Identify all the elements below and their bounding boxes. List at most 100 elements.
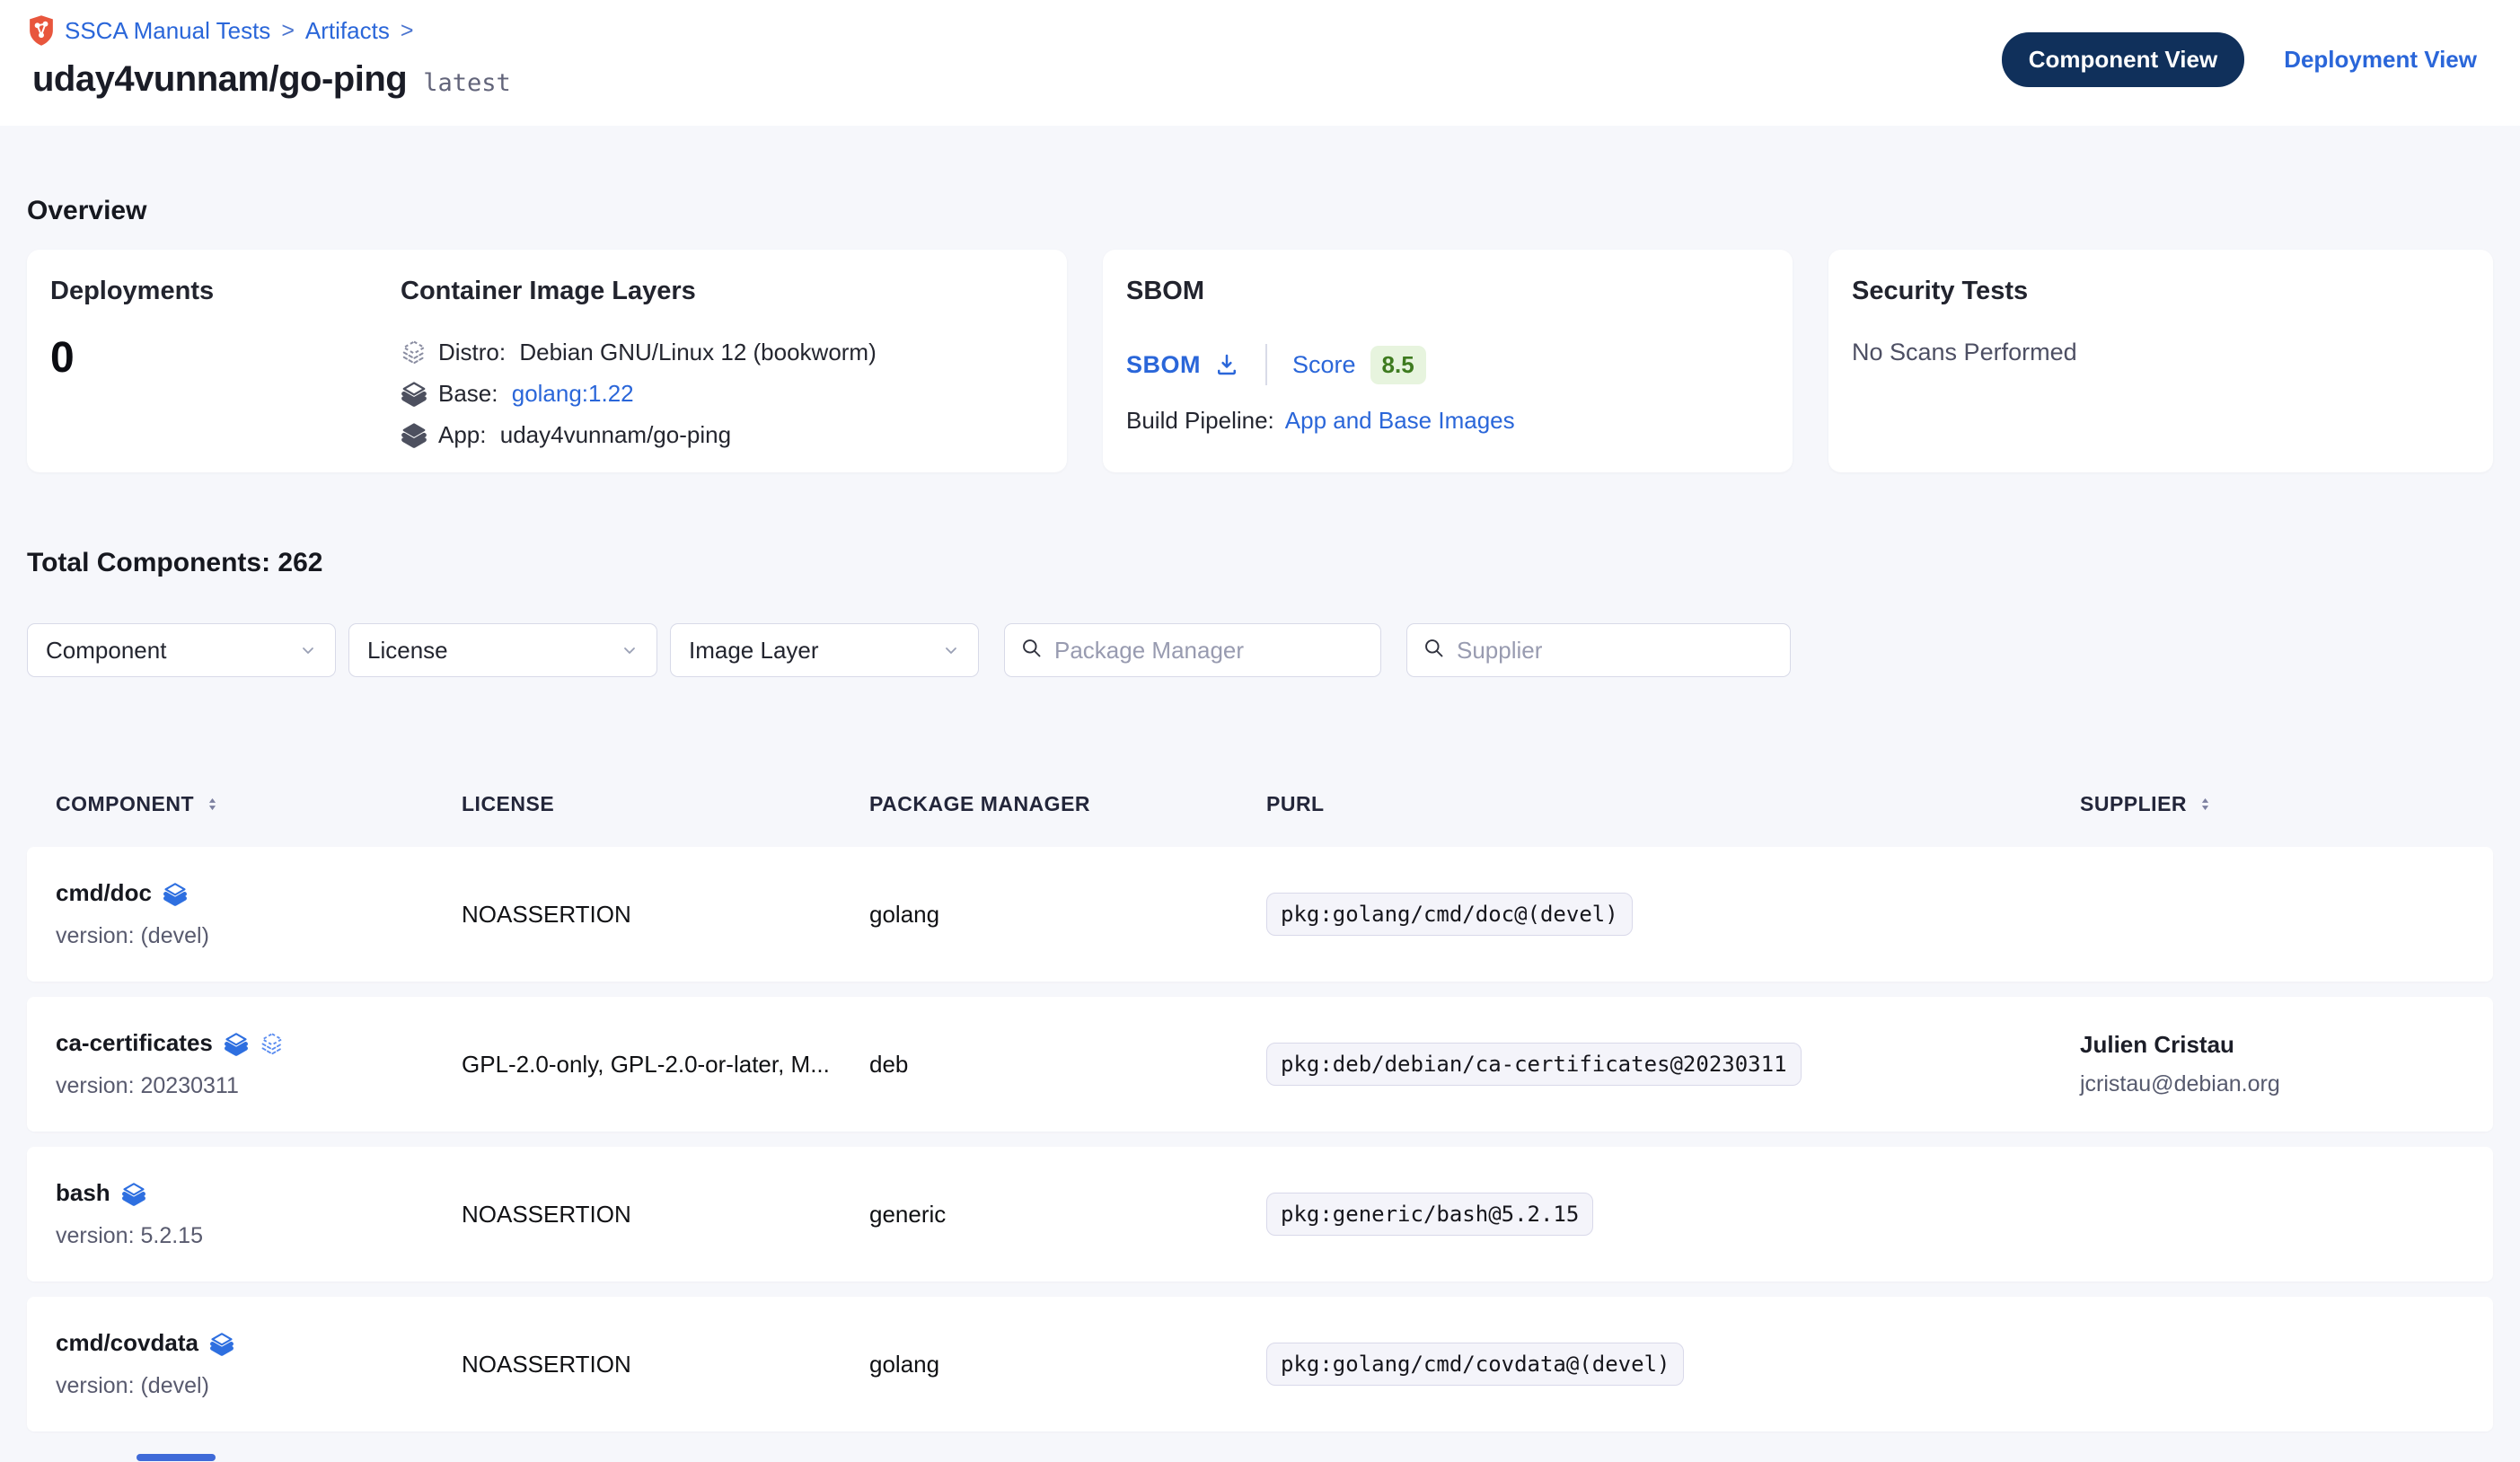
component-name: ca-certificates	[56, 1029, 213, 1057]
sbom-card: SBOM SBOM Score 8.5 Build Pipeline: App …	[1103, 250, 1793, 472]
page-title: uday4vunnam/go-ping	[32, 59, 407, 100]
layers-base-icon	[401, 380, 427, 407]
sort-icon[interactable]	[203, 795, 222, 814]
layers-outline-icon	[260, 1031, 285, 1056]
table-row[interactable]: cmd/covdata version: (devel) NOASSERTION…	[27, 1297, 2493, 1431]
purl-chip[interactable]: pkg:deb/debian/ca-certificates@20230311	[1266, 1043, 1802, 1086]
download-icon[interactable]	[1213, 351, 1240, 378]
layer-label-distro: Distro:	[438, 339, 506, 366]
search-icon	[1422, 636, 1446, 665]
purl-chip[interactable]: pkg:generic/bash@5.2.15	[1266, 1193, 1593, 1236]
ssca-shield-logo-icon	[27, 14, 56, 47]
purl-chip[interactable]: pkg:golang/cmd/doc@(devel)	[1266, 893, 1633, 936]
table-row[interactable]: bash version: 5.2.15 NOASSERTION generic…	[27, 1147, 2493, 1281]
sbom-score-badge: 8.5	[1370, 346, 1426, 384]
supplier-cell: Julien Cristau jcristau@debian.org	[2080, 1031, 2493, 1097]
divider	[1265, 344, 1267, 385]
package-manager-cell: golang	[869, 1351, 1266, 1378]
deployments-and-layers-card: Deployments 0 Container Image Layers Dis…	[27, 250, 1067, 472]
layer-label-app: App:	[438, 421, 487, 448]
dropdown-value: Image Layer	[689, 637, 819, 665]
component-cell: bash version: 5.2.15	[56, 1179, 462, 1249]
sort-icon[interactable]	[2196, 795, 2215, 814]
security-tests-title: Security Tests	[1852, 277, 2470, 306]
chevron-down-icon	[940, 639, 962, 661]
purl-cell: pkg:golang/cmd/covdata@(devel)	[1266, 1343, 2080, 1386]
component-filter-dropdown[interactable]: Component	[27, 623, 336, 677]
purl-chip[interactable]: pkg:golang/cmd/covdata@(devel)	[1266, 1343, 1684, 1386]
overview-section-title: Overview	[27, 196, 2493, 226]
package-manager-search[interactable]	[1004, 623, 1381, 677]
license-cell: NOASSERTION	[462, 1201, 869, 1229]
layers-filled-icon	[163, 881, 188, 906]
dropdown-value: Component	[46, 637, 166, 665]
layer-label-base: Base:	[438, 380, 498, 407]
component-view-button[interactable]: Component View	[2002, 32, 2244, 87]
component-version: version: 5.2.15	[56, 1223, 462, 1249]
column-header-purl: PURL	[1266, 792, 2080, 816]
table-header: COMPONENT LICENSE PACKAGE MANAGER PURL S…	[27, 792, 2493, 816]
deployment-view-button[interactable]: Deployment View	[2284, 46, 2477, 74]
component-version: version: (devel)	[56, 923, 462, 949]
dropdown-value: License	[367, 637, 448, 665]
component-name: cmd/doc	[56, 879, 152, 907]
total-components-title: Total Components: 262	[27, 548, 2493, 578]
sbom-card-title: SBOM	[1126, 277, 1769, 306]
license-cell: NOASSERTION	[462, 901, 869, 929]
component-name: bash	[56, 1179, 110, 1207]
layer-value-app: uday4vunnam/go-ping	[500, 421, 731, 448]
layers-distro-icon	[401, 339, 427, 366]
breadcrumb-link-project[interactable]: SSCA Manual Tests	[65, 17, 270, 45]
security-tests-status: No Scans Performed	[1852, 339, 2470, 366]
sbom-download-link[interactable]: SBOM	[1126, 351, 1201, 379]
component-name: cmd/covdata	[56, 1329, 198, 1357]
column-header-license: LICENSE	[462, 792, 869, 816]
sbom-score-label: Score	[1292, 351, 1356, 379]
supplier-search[interactable]	[1406, 623, 1791, 677]
base-image-link[interactable]: golang:1.22	[512, 380, 634, 407]
components-table: cmd/doc version: (devel) NOASSERTION gol…	[27, 847, 2493, 1431]
overview-cards: Deployments 0 Container Image Layers Dis…	[27, 250, 2493, 472]
layer-value-distro: Debian GNU/Linux 12 (bookworm)	[519, 339, 876, 366]
container-image-layers-label: Container Image Layers	[401, 277, 1044, 306]
component-version: version: (devel)	[56, 1373, 462, 1399]
image-layer-filter-dropdown[interactable]: Image Layer	[670, 623, 979, 677]
search-icon	[1019, 636, 1044, 665]
package-manager-cell: golang	[869, 901, 1266, 929]
layers-filled-icon	[209, 1331, 234, 1356]
component-cell: ca-certificates version: 20230311	[56, 1029, 462, 1099]
main-content: Overview Deployments 0 Container Image L…	[0, 196, 2520, 1431]
security-tests-card: Security Tests No Scans Performed	[1828, 250, 2493, 472]
supplier-name: Julien Cristau	[2080, 1031, 2493, 1059]
table-row[interactable]: ca-certificates version: 20230311 GPL-2.…	[27, 997, 2493, 1132]
column-header-component[interactable]: COMPONENT	[56, 792, 462, 816]
license-filter-dropdown[interactable]: License	[348, 623, 657, 677]
supplier-search-input[interactable]	[1457, 637, 1777, 665]
component-cell: cmd/doc version: (devel)	[56, 879, 462, 949]
layers-filled-icon	[121, 1181, 146, 1206]
package-manager-cell: generic	[869, 1201, 1266, 1229]
build-pipeline-label: Build Pipeline:	[1126, 407, 1274, 435]
breadcrumb-link-artifacts[interactable]: Artifacts	[305, 17, 390, 45]
purl-cell: pkg:golang/cmd/doc@(devel)	[1266, 893, 2080, 936]
page-header: SSCA Manual Tests > Artifacts > uday4vun…	[0, 0, 2520, 126]
deployments-label: Deployments	[50, 277, 401, 306]
package-manager-cell: deb	[869, 1051, 1266, 1079]
table-row[interactable]: cmd/doc version: (devel) NOASSERTION gol…	[27, 847, 2493, 982]
license-cell: GPL-2.0-only, GPL-2.0-or-later, M...	[462, 1051, 869, 1079]
artifact-tag-badge: latest	[423, 69, 511, 97]
column-header-package-manager: PACKAGE MANAGER	[869, 792, 1266, 816]
chevron-down-icon	[297, 639, 319, 661]
component-cell: cmd/covdata version: (devel)	[56, 1329, 462, 1399]
layer-row-distro: Distro: Debian GNU/Linux 12 (bookworm)	[401, 331, 1044, 373]
horizontal-scrollbar-thumb[interactable]	[137, 1454, 216, 1461]
package-manager-search-input[interactable]	[1054, 637, 1368, 665]
column-header-supplier[interactable]: SUPPLIER	[2080, 792, 2493, 816]
chevron-down-icon	[619, 639, 640, 661]
view-toggle: Component View Deployment View	[2002, 32, 2477, 87]
build-pipeline-link[interactable]: App and Base Images	[1285, 407, 1515, 435]
license-cell: NOASSERTION	[462, 1351, 869, 1378]
breadcrumb-separator: >	[399, 18, 416, 44]
supplier-email: jcristau@debian.org	[2080, 1071, 2493, 1097]
deployments-count: 0	[50, 333, 401, 383]
